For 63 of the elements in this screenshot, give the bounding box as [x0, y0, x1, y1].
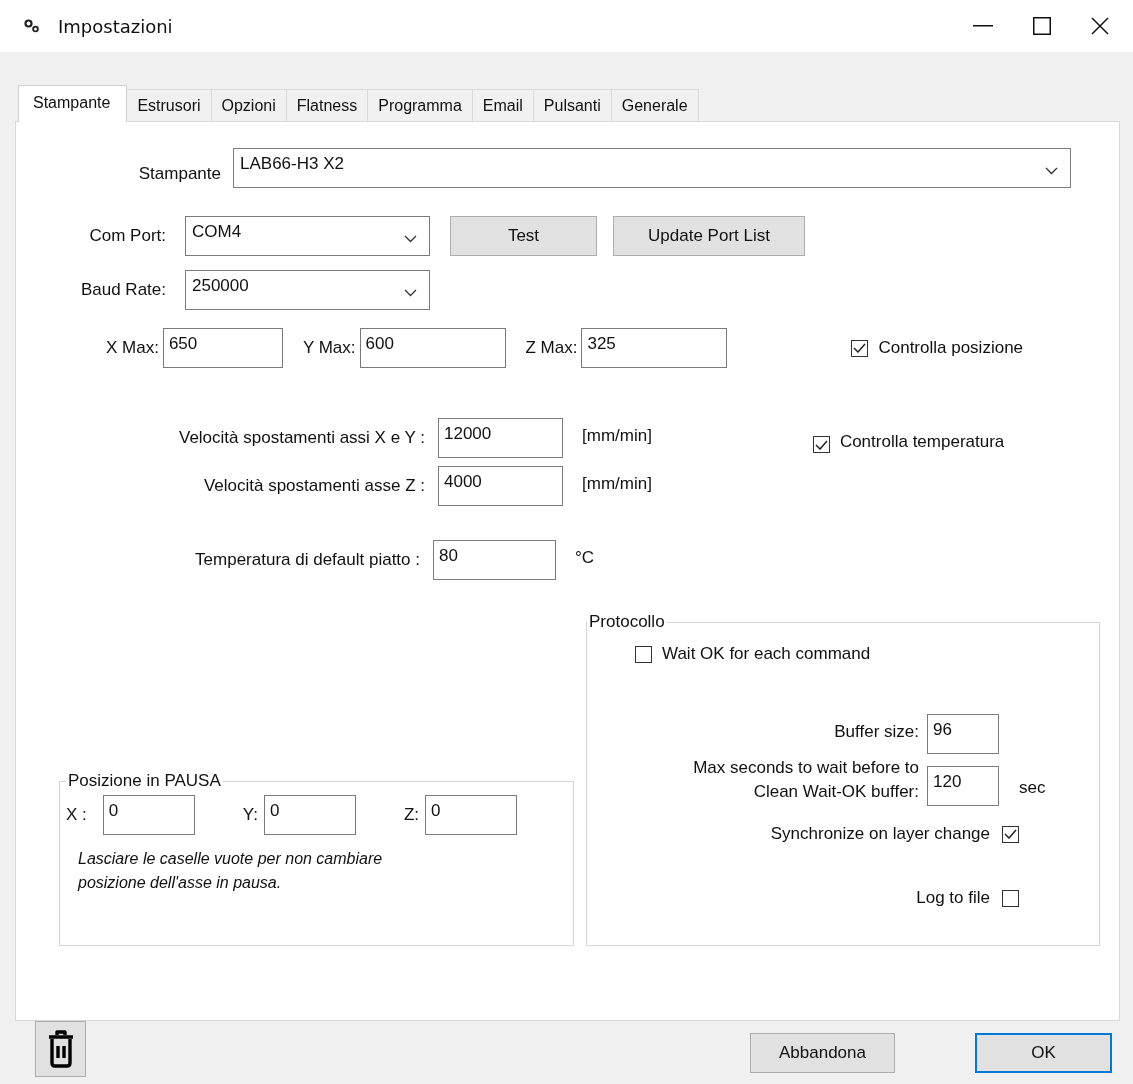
window-title: Impostazioni	[58, 15, 173, 37]
input-field[interactable]: 120	[927, 766, 999, 806]
checkbox[interactable]	[851, 339, 869, 357]
field-label: Baud Rate:	[79, 279, 166, 300]
input-field[interactable]: 80	[433, 540, 556, 580]
chevron-down-icon	[404, 235, 417, 243]
close-icon[interactable]	[1091, 17, 1109, 35]
input-field[interactable]: 0	[263, 795, 356, 835]
input-field[interactable]: 12000	[438, 418, 563, 458]
tab[interactable]: Stampante	[18, 85, 128, 122]
field-label: Y:	[242, 805, 258, 825]
input-field[interactable]: 325	[581, 328, 728, 368]
checkbox[interactable]	[812, 436, 830, 453]
input-field[interactable]: 650	[162, 328, 283, 368]
gears-icon	[24, 19, 40, 33]
field-label: Buffer size:	[833, 721, 920, 742]
input-field[interactable]: 0	[102, 795, 195, 835]
checkbox-label: Wait OK for each command	[662, 644, 871, 664]
field-label: Stampante	[137, 163, 221, 184]
printer-dropdown[interactable]: LAB66-H3 X2	[233, 148, 1071, 188]
unit-label: sec	[1019, 778, 1046, 799]
maximize-icon[interactable]	[1033, 17, 1051, 35]
field-label: Temperatura di default piatto :	[194, 549, 421, 570]
check-icon	[853, 343, 867, 353]
delete-button[interactable]	[35, 1021, 86, 1077]
field-label: Velocità spostamenti asse Z :	[202, 475, 426, 496]
ok-button[interactable]: OK	[975, 1033, 1112, 1073]
field-label: Z:	[403, 805, 420, 825]
group-title: Protocollo	[588, 612, 666, 632]
check-icon	[1004, 829, 1017, 839]
baud-rate-dropdown[interactable]: 250000	[185, 270, 430, 310]
field-label: Y Max:	[302, 338, 356, 358]
field-label: Com Port:	[88, 225, 166, 246]
field-label: Max seconds to wait before to Clean Wait-OK buffer:	[692, 757, 920, 803]
test-button[interactable]: Test	[450, 216, 597, 256]
checkbox-label: Controlla temperatura	[839, 432, 1005, 452]
minimize-icon[interactable]	[973, 25, 993, 27]
checkbox-label: Synchronize on layer change	[769, 824, 991, 844]
field-label: X Max:	[106, 338, 159, 358]
tab[interactable]: Generale	[610, 89, 699, 122]
checkbox[interactable]	[635, 645, 652, 663]
checkbox[interactable]	[1002, 889, 1019, 907]
unit-label: [mm/min]	[582, 425, 652, 446]
group-title: Posizione in PAUSA	[67, 771, 222, 791]
input-field[interactable]: 600	[359, 328, 506, 368]
checkbox[interactable]	[1002, 825, 1019, 843]
hint-text: Lasciare le caselle vuote per non cambiare posizione dell'asse in pausa.	[78, 849, 384, 893]
unit-label: °C	[575, 547, 595, 568]
check-icon	[814, 439, 828, 450]
field-label: Z Max:	[525, 338, 578, 358]
checkbox-label: Controlla posizione	[878, 338, 1024, 358]
cancel-button[interactable]: Abbandona	[750, 1033, 895, 1073]
com-port-dropdown[interactable]: COM4	[185, 216, 430, 256]
unit-label: [mm/min]	[582, 473, 652, 494]
field-label: Velocità spostamenti assi X e Y :	[178, 427, 426, 448]
input-field[interactable]: 96	[927, 714, 999, 754]
input-field[interactable]: 4000	[438, 466, 563, 506]
chevron-down-icon	[1045, 167, 1058, 175]
checkbox-label: Log to file	[915, 888, 991, 908]
chevron-down-icon	[404, 289, 417, 297]
update-port-list-button[interactable]: Update Port List	[613, 216, 805, 256]
input-field[interactable]: 0	[425, 795, 518, 835]
field-label: X :	[66, 805, 87, 825]
